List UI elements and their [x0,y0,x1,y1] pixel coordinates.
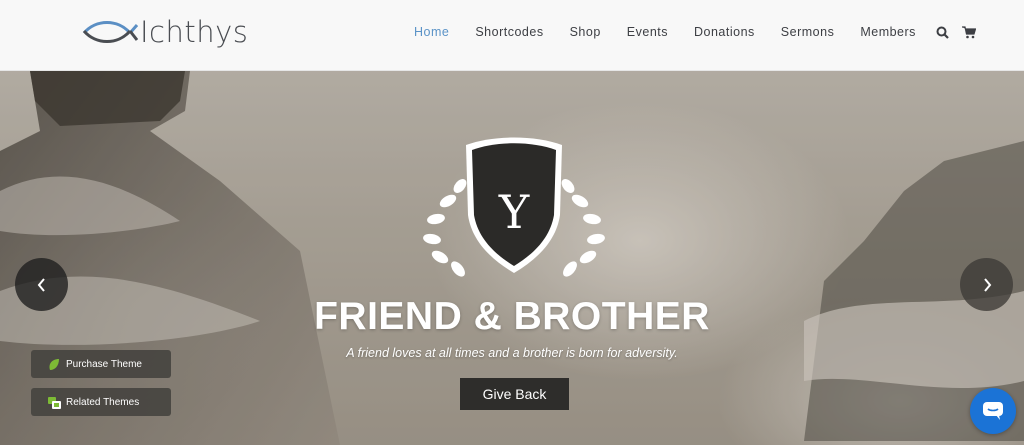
nav-item-shortcodes[interactable]: Shortcodes [475,24,543,40]
nav-item-home[interactable]: Home [414,24,449,40]
cart-icon[interactable] [961,25,976,39]
themes-icon [47,395,61,409]
main-nav: Home Shortcodes Shop Events Donations Se… [414,24,986,40]
hero-title: FRIEND & BROTHER [314,295,710,338]
chat-widget-button[interactable] [970,388,1016,434]
logo[interactable]: Ichthys [80,14,248,50]
search-icon[interactable] [936,25,950,39]
hero-slider: Y FRIEND & BROTHER A friend loves at all… [0,71,1024,445]
purchase-theme-button[interactable]: Purchase Theme [31,350,171,378]
nav-item-shop[interactable]: Shop [570,24,601,40]
chevron-left-icon [37,277,45,292]
nav-item-sermons[interactable]: Sermons [781,24,835,40]
site-header: Ichthys Home Shortcodes Shop Events Dona… [0,0,1024,71]
brand-name: Ichthys [140,15,249,49]
purchase-theme-label: Purchase Theme [66,358,142,370]
slider-next-button[interactable] [960,258,1013,311]
fish-logo-icon [82,21,138,43]
crest-letter: Y [498,185,530,239]
chevron-right-icon [983,277,991,292]
related-themes-button[interactable]: Related Themes [31,388,171,416]
slider-prev-button[interactable] [15,258,68,311]
chat-bubble-icon [983,402,1003,420]
shield-laurel-icon: Y [423,137,605,277]
nav-item-members[interactable]: Members [860,24,916,40]
leaf-icon [47,357,61,371]
nav-item-events[interactable]: Events [627,24,668,40]
nav-item-donations[interactable]: Donations [694,24,755,40]
give-back-button[interactable]: Give Back [460,378,569,410]
related-themes-label: Related Themes [66,396,140,408]
